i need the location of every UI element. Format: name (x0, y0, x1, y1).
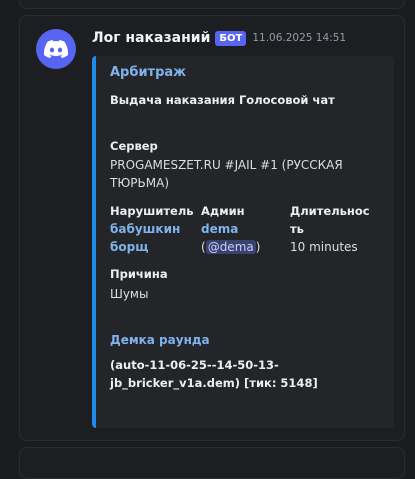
field-server-value-line1: PROGAMESZET.RU #JAIL #1 (РУССКАЯ (110, 158, 343, 172)
admin-mention[interactable]: @dema (205, 240, 256, 254)
message-header: Лог наказаний БОТ 11.06.2025 14:51 (92, 28, 346, 48)
field-server-value-line2: ТЮРЬМА) (110, 176, 169, 190)
embed-title: Арбитраж (110, 65, 187, 80)
bot-badge: БОТ (215, 30, 247, 46)
next-message-card (19, 447, 405, 479)
discord-logo-icon (44, 39, 68, 58)
author-name[interactable]: Лог наказаний (92, 30, 210, 46)
field-admin-mention-row: (@dema) (201, 240, 260, 254)
field-duration-name-line1: Длительнос (290, 204, 370, 218)
mention-paren-open: ( (201, 240, 206, 254)
field-duration-name-line2: ть (290, 222, 304, 236)
field-duration-value: 10 minutes (290, 240, 358, 254)
field-admin-value[interactable]: dema (201, 222, 238, 236)
field-violator-name: Нарушитель (110, 204, 194, 218)
embed-description: Выдача наказания Голосовой чат (110, 93, 335, 107)
field-violator-value-line2[interactable]: борщ (110, 240, 148, 254)
field-violator-value-line1[interactable]: бабушкин (110, 222, 180, 236)
message-timestamp: 11.06.2025 14:51 (252, 32, 347, 44)
mention-paren-close: ) (255, 240, 261, 254)
demo-info-line1: (auto-11-06-25--14-50-13- (110, 358, 279, 372)
bot-avatar[interactable] (36, 29, 76, 69)
demo-link[interactable]: Демка раунда (110, 333, 210, 347)
field-server-name: Сервер (110, 139, 158, 153)
previous-message-card (19, 0, 405, 9)
embed: Арбитраж Выдача наказания Голосовой чат … (92, 56, 394, 428)
field-reason-value: Шумы (110, 287, 149, 301)
demo-info-line2: jb_bricker_v1a.dem) [тик: 5148] (110, 376, 318, 390)
field-admin-name: Админ (201, 204, 245, 218)
field-reason-name: Причина (110, 267, 168, 281)
